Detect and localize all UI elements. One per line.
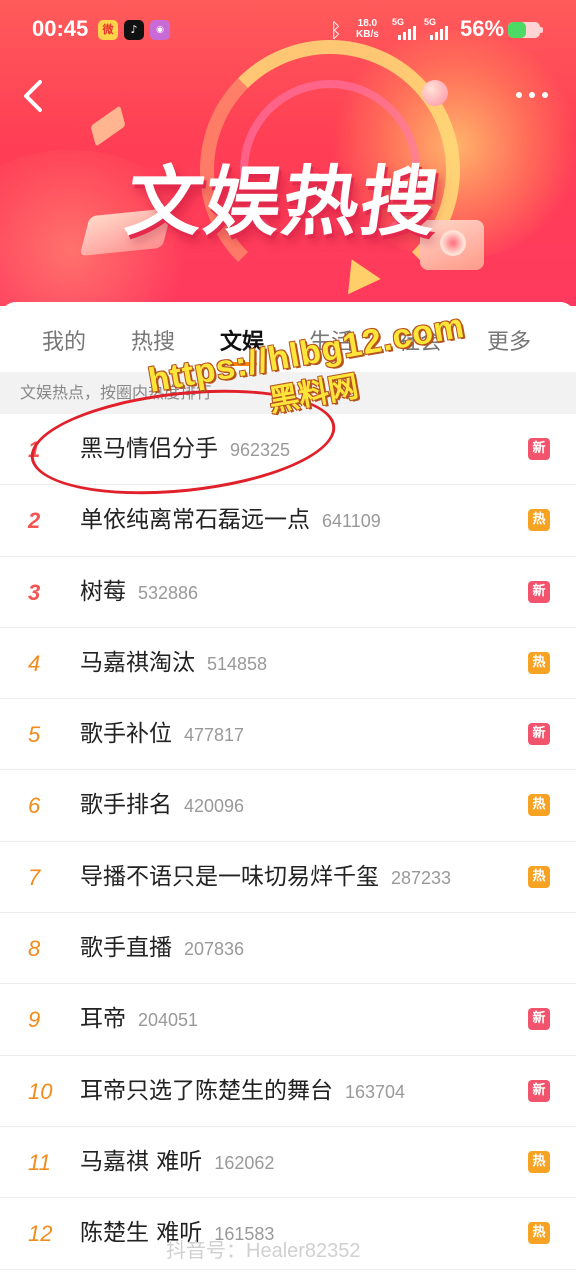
list-item[interactable]: 4 马嘉祺淘汰 514858 热	[0, 627, 576, 700]
more-dot-icon	[516, 92, 522, 98]
hot-badge: 热	[528, 1150, 550, 1173]
rank-number: 4	[28, 650, 41, 676]
tiktok-app-icon: ♪	[124, 20, 144, 40]
item-text: 耳帝只选了陈楚生的舞台 163704	[80, 1056, 405, 1127]
item-heat-count: 207836	[184, 939, 245, 960]
item-text: 单依纯离常石磊远一点 641109	[80, 485, 381, 556]
rank-number: 11	[28, 1149, 51, 1175]
network-speed: 18.0 KB/s	[356, 18, 379, 40]
rank-number: 6	[28, 793, 41, 819]
hot-search-list: 1 黑马情侣分手 962325 新 2 单依纯离常石磊远一点 641109 热 3 树莓 53288…	[0, 414, 576, 1270]
battery-fill	[508, 22, 526, 38]
battery-nub	[540, 27, 543, 33]
new-badge: 新	[528, 723, 550, 746]
item-heat-count: 514858	[207, 653, 268, 674]
weibo-app-icon: 微	[98, 20, 118, 40]
item-text: 歌手直播 207836	[80, 913, 244, 984]
rank-number: 5	[28, 722, 41, 748]
item-text: 马嘉祺 难听 162062	[80, 1127, 274, 1198]
hot-badge: 热	[528, 865, 550, 888]
rank-number: 12	[28, 1221, 53, 1247]
item-text: 歌手排名 420096	[80, 770, 244, 841]
list-item[interactable]: 11 马嘉祺 难听 162062 热	[0, 1126, 576, 1199]
tab-mine[interactable]: 我的	[42, 324, 86, 356]
hot-badge: 热	[528, 509, 550, 532]
more-dot-icon	[529, 92, 535, 98]
chevron-left-icon	[24, 80, 42, 112]
more-dot-icon	[542, 92, 548, 98]
list-item[interactable]: 9 耳帝 204051 新	[0, 984, 576, 1056]
tab-hot-search[interactable]: 热搜	[131, 324, 175, 356]
page-title: 文娱热搜	[120, 157, 446, 246]
item-heat-count: 287233	[391, 867, 452, 888]
battery-percent: 56%	[460, 16, 505, 41]
item-title: 歌手直播	[80, 935, 172, 962]
list-item[interactable]: 6 歌手排名 420096 热	[0, 770, 576, 842]
item-heat-count: 641109	[322, 511, 381, 532]
hot-badge: 热	[528, 1222, 550, 1245]
item-title: 歌手补位	[80, 721, 172, 748]
header-banner: 00:45 微 ♪ ◉ ᛒ 18.0 KB/s 5G 5G 56% 文娱热搜	[0, 0, 576, 306]
item-title: 马嘉祺 难听	[80, 1148, 203, 1175]
signal-icon: 5G	[392, 17, 420, 40]
more-options-button[interactable]	[508, 80, 556, 110]
network-speed-unit: KB/s	[356, 29, 379, 40]
item-heat-count: 204051	[138, 1010, 199, 1031]
footer-watermark: 抖音号：Healer82352	[166, 1240, 361, 1262]
item-title: 耳帝	[80, 1006, 126, 1033]
list-item[interactable]: 5 歌手补位 477817 新	[0, 699, 576, 771]
list-item[interactable]: 7 导播不语只是一味切易烊千玺 287233 热	[0, 841, 576, 914]
notification-app-icon: ◉	[150, 20, 170, 40]
item-title: 耳帝只选了陈楚生的舞台	[80, 1077, 333, 1104]
item-heat-count: 532886	[138, 582, 199, 603]
battery-icon	[508, 22, 540, 38]
new-badge: 新	[528, 580, 550, 603]
new-badge: 新	[528, 1079, 550, 1102]
item-text: 歌手补位 477817	[80, 699, 244, 770]
list-item[interactable]: 2 单依纯离常石磊远一点 641109 热	[0, 485, 576, 557]
rank-number: 3	[28, 579, 41, 605]
list-item[interactable]: 8 歌手直播 207836	[0, 913, 576, 985]
rank-number: 7	[28, 864, 41, 890]
item-text: 树莓 532886	[80, 557, 198, 628]
item-text: 导播不语只是一味切易烊千玺 287233	[80, 842, 451, 913]
new-badge: 新	[528, 438, 550, 460]
rank-number: 8	[28, 936, 41, 962]
rank-number: 2	[28, 508, 41, 534]
list-item[interactable]: 10 耳帝只选了陈楚生的舞台 163704 新	[0, 1055, 576, 1127]
rank-number: 9	[28, 1007, 41, 1033]
item-title: 树莓	[80, 578, 126, 605]
item-title: 单依纯离常石磊远一点	[80, 507, 310, 534]
item-heat-count: 420096	[184, 796, 245, 817]
item-heat-count: 162062	[214, 1152, 275, 1173]
item-heat-count: 163704	[345, 1081, 406, 1102]
planet-decoration	[422, 80, 448, 106]
signal-icon: 5G	[424, 17, 452, 40]
tab-more[interactable]: 更多	[487, 324, 531, 356]
new-badge: 新	[528, 1008, 550, 1031]
item-heat-count: 477817	[184, 725, 245, 746]
item-text: 马嘉祺淘汰 514858	[80, 628, 267, 699]
bluetooth-icon: ᛒ	[330, 18, 342, 42]
item-title: 马嘉祺淘汰	[80, 649, 195, 676]
rank-number: 10	[28, 1078, 53, 1104]
hot-badge: 热	[528, 794, 550, 817]
status-bar: 00:45 微 ♪ ◉ ᛒ 18.0 KB/s 5G 5G 56%	[0, 0, 576, 60]
arrow-decoration	[90, 105, 126, 147]
item-title: 导播不语只是一味切易烊千玺	[80, 863, 379, 890]
item-title: 歌手排名	[80, 792, 172, 819]
list-item[interactable]: 3 树莓 532886 新	[0, 556, 576, 628]
hot-badge: 热	[528, 651, 550, 674]
status-time: 00:45	[32, 16, 89, 41]
network-speed-value: 18.0	[357, 18, 378, 29]
back-button[interactable]	[14, 74, 54, 118]
item-text: 耳帝 204051	[80, 984, 198, 1055]
